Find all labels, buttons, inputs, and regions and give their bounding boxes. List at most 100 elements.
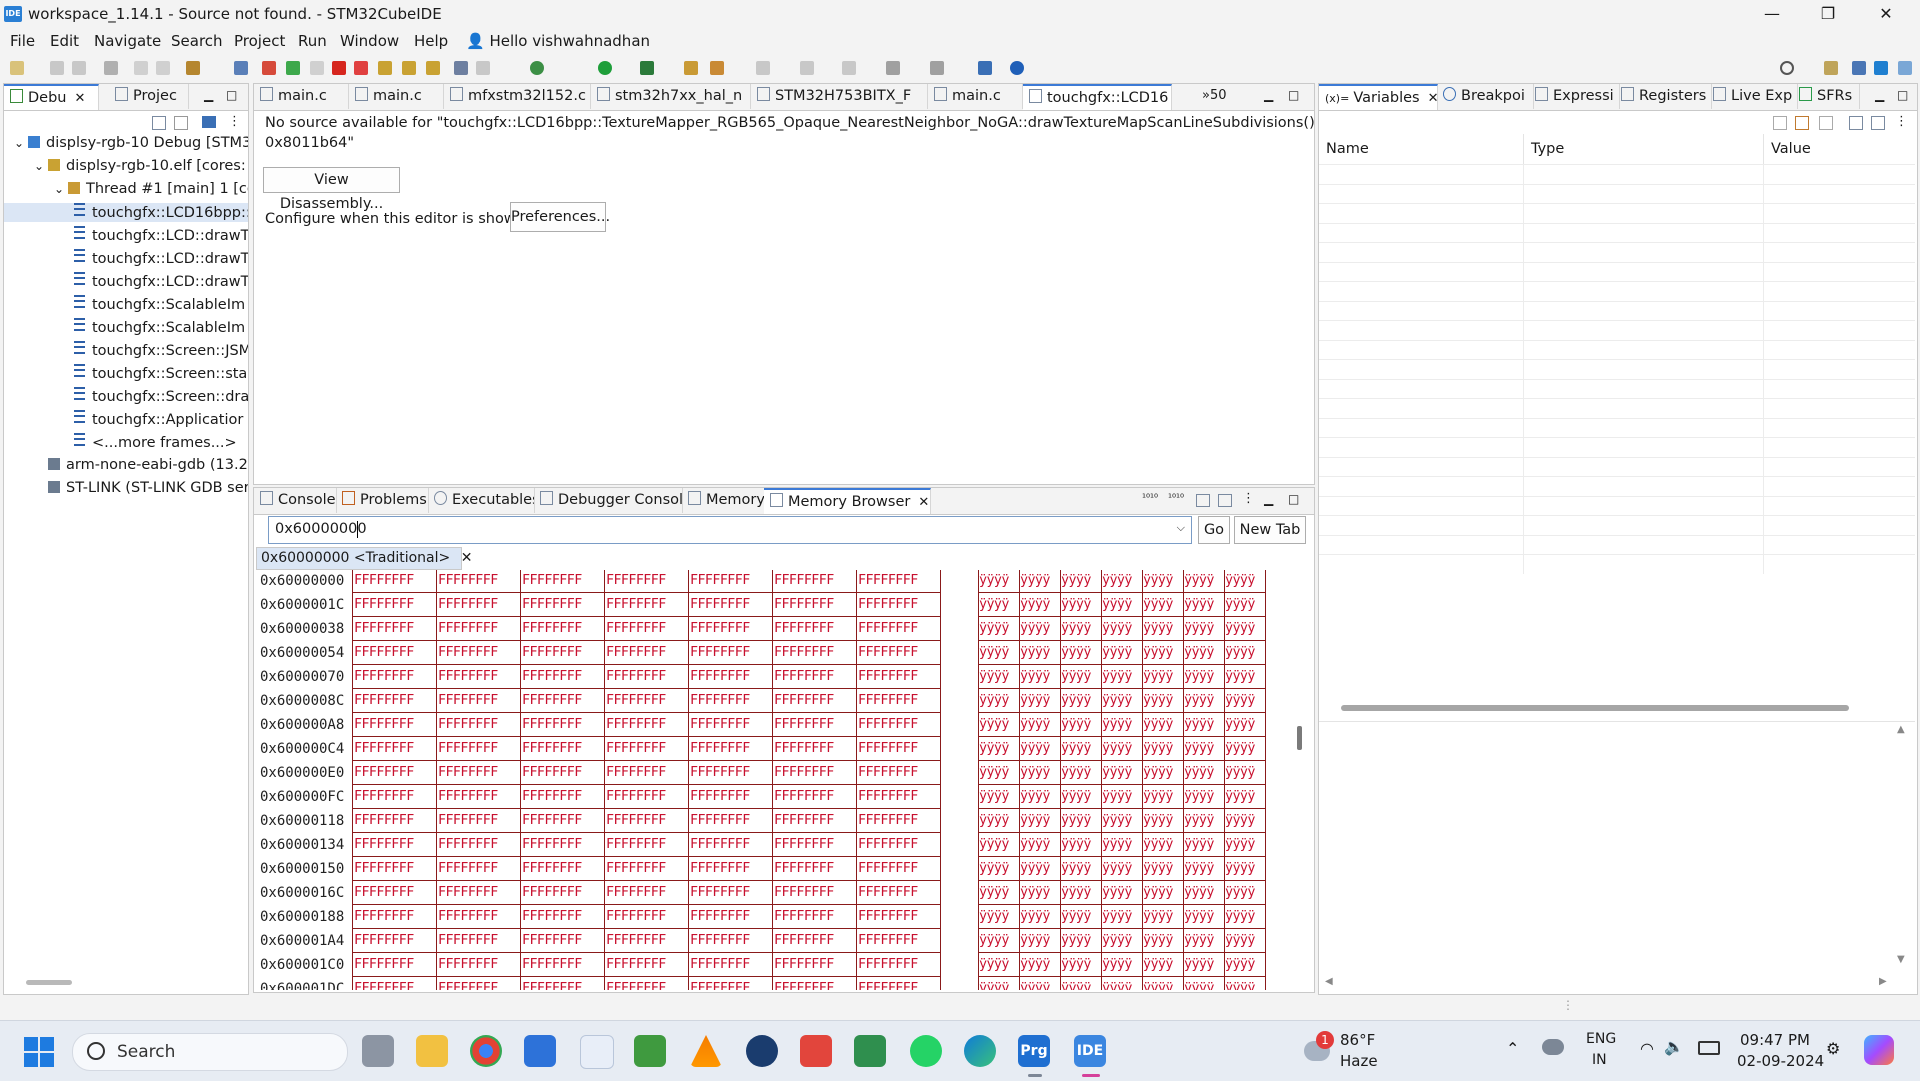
refresh-icon[interactable]	[186, 61, 200, 75]
memory-hex-cell[interactable]: FFFFFFFF	[774, 597, 834, 612]
memory-ascii-cell[interactable]: ÿÿÿÿ	[979, 717, 1009, 732]
memory-hex-cell[interactable]: FFFFFFFF	[774, 789, 834, 804]
memory-ascii-cell[interactable]: ÿÿÿÿ	[1020, 621, 1050, 636]
memory-hex-cell[interactable]: FFFFFFFF	[438, 573, 498, 588]
memory-ascii-cell[interactable]: ÿÿÿÿ	[1225, 597, 1255, 612]
disconnect-icon[interactable]	[354, 61, 368, 75]
language-line1[interactable]: ENG	[1586, 1031, 1616, 1047]
memory-ascii-cell[interactable]: ÿÿÿÿ	[1061, 909, 1091, 924]
memory-ascii-cell[interactable]: ÿÿÿÿ	[1184, 885, 1214, 900]
menu-project[interactable]: Project	[234, 32, 285, 50]
close-icon[interactable]: ✕	[74, 91, 85, 106]
next-annotation-icon[interactable]	[756, 61, 770, 75]
debug-perspective-icon[interactable]	[1898, 61, 1912, 75]
rendering-tab[interactable]: 0x60000000 <Traditional> ✕	[256, 547, 472, 570]
memory-row[interactable]: 0x60000150 FFFFFFFF FFFFFFFF FFFFFFFF FFFFFF…	[254, 858, 1304, 882]
radix-toggle-icon[interactable]: ¹⁰¹⁰	[1142, 493, 1158, 504]
tree-item[interactable]: arm-none-eabi-gdb (13.2.9	[4, 456, 248, 475]
memory-ascii-cell[interactable]: ÿÿÿÿ	[979, 981, 1009, 990]
memory-hex-cell[interactable]: FFFFFFFF	[690, 765, 750, 780]
memory-ascii-cell[interactable]: ÿÿÿÿ	[1225, 933, 1255, 948]
memory-ascii-cell[interactable]: ÿÿÿÿ	[1184, 813, 1214, 828]
memory-ascii-cell[interactable]: ÿÿÿÿ	[1061, 765, 1091, 780]
memory-ascii-cell[interactable]: ÿÿÿÿ	[1143, 813, 1173, 828]
memory-hex-cell[interactable]: FFFFFFFF	[690, 933, 750, 948]
drop-frame-icon[interactable]	[476, 61, 490, 75]
new-icon[interactable]	[10, 61, 24, 75]
memory-ascii-cell[interactable]: ÿÿÿÿ	[1143, 885, 1173, 900]
memory-ascii-cell[interactable]: ÿÿÿÿ	[1061, 741, 1091, 756]
memory-hex-cell[interactable]: FFFFFFFF	[354, 693, 414, 708]
memory-row[interactable]: 0x600000A8 FFFFFFFF FFFFFFFF FFFFFFFF FFFFFF…	[254, 714, 1304, 738]
weather-desc[interactable]: Haze	[1340, 1052, 1378, 1070]
tab-console[interactable]: Console	[254, 488, 337, 513]
memory-row[interactable]: 0x6000008C FFFFFFFF FFFFFFFF FFFFFFFF FFFFFF…	[254, 690, 1304, 714]
tab-registers[interactable]: Registers	[1615, 84, 1712, 109]
memory-row[interactable]: 0x600000E0 FFFFFFFF FFFFFFFF FFFFFFFF FFFFFF…	[254, 762, 1304, 786]
memory-hex-cell[interactable]: FFFFFFFF	[438, 789, 498, 804]
memory-hex-cell[interactable]: FFFFFFFF	[858, 645, 918, 660]
memory-ascii-cell[interactable]: ÿÿÿÿ	[979, 813, 1009, 828]
memory-hex-cell[interactable]: FFFFFFFF	[438, 669, 498, 684]
tab-memory-browser[interactable]: Memory Browser ✕	[764, 488, 931, 514]
memory-hex-cell[interactable]: FFFFFFFF	[438, 717, 498, 732]
tab-problems[interactable]: Problems	[336, 488, 429, 513]
step-over-icon[interactable]	[402, 61, 416, 75]
memory-hex-cell[interactable]: FFFFFFFF	[690, 621, 750, 636]
memory-hex-cell[interactable]: FFFFFFFF	[354, 789, 414, 804]
memory-ascii-cell[interactable]: ÿÿÿÿ	[979, 669, 1009, 684]
memory-hex-cell[interactable]: FFFFFFFF	[606, 837, 666, 852]
memory-table[interactable]: 0x60000000 FFFFFFFF FFFFFFFF FFFFFFFF FFFFFF…	[254, 570, 1304, 990]
language-line2[interactable]: IN	[1592, 1052, 1607, 1068]
memory-hex-cell[interactable]: FFFFFFFF	[774, 741, 834, 756]
chrome-icon[interactable]	[470, 1035, 502, 1067]
memory-ascii-cell[interactable]: ÿÿÿÿ	[1061, 621, 1091, 636]
column-type[interactable]: Type	[1531, 141, 1564, 157]
show-type-names-icon[interactable]	[1773, 116, 1787, 130]
chevron-down-icon[interactable]: ⌄	[34, 157, 48, 176]
memory-hex-cell[interactable]: FFFFFFFF	[774, 765, 834, 780]
memory-ascii-cell[interactable]: ÿÿÿÿ	[1225, 573, 1255, 588]
memory-hex-cell[interactable]: FFFFFFFF	[438, 741, 498, 756]
redo-icon[interactable]	[156, 61, 170, 75]
memory-ascii-cell[interactable]: ÿÿÿÿ	[1102, 909, 1132, 924]
column-value[interactable]: Value	[1771, 141, 1811, 157]
memory-hex-cell[interactable]: FFFFFFFF	[690, 837, 750, 852]
prg-app-icon[interactable]: Prg	[1018, 1035, 1050, 1067]
build-icon[interactable]	[104, 61, 118, 75]
memory-row[interactable]: 0x60000134 FFFFFFFF FFFFFFFF FFFFFFFF FFFFFF…	[254, 834, 1304, 858]
memory-ascii-cell[interactable]: ÿÿÿÿ	[1102, 669, 1132, 684]
memory-row[interactable]: 0x60000188 FFFFFFFF FFFFFFFF FFFFFFFF FFFFFF…	[254, 906, 1304, 930]
tree-item[interactable]: touchgfx::LCD::drawT	[4, 226, 248, 245]
memory-hex-cell[interactable]: FFFFFFFF	[858, 717, 918, 732]
memory-hex-cell[interactable]: FFFFFFFF	[354, 837, 414, 852]
document-app-icon[interactable]	[580, 1035, 614, 1069]
memory-hex-cell[interactable]: FFFFFFFF	[354, 933, 414, 948]
memory-hex-cell[interactable]: FFFFFFFF	[858, 765, 918, 780]
tab-editor-stm32h7xx-hal[interactable]: stm32h7xx_hal_n	[591, 84, 751, 109]
memory-ascii-cell[interactable]: ÿÿÿÿ	[1020, 909, 1050, 924]
memory-ascii-cell[interactable]: ÿÿÿÿ	[1020, 765, 1050, 780]
memory-ascii-cell[interactable]: ÿÿÿÿ	[1225, 621, 1255, 636]
collapse-all-icon[interactable]	[1819, 116, 1833, 130]
maximize-icon[interactable]: □	[1897, 88, 1908, 102]
memory-hex-cell[interactable]: FFFFFFFF	[690, 669, 750, 684]
suspend-icon[interactable]	[310, 61, 324, 75]
menu-edit[interactable]: Edit	[50, 32, 79, 50]
memory-hex-cell[interactable]: FFFFFFFF	[690, 861, 750, 876]
memory-hex-cell[interactable]: FFFFFFFF	[354, 813, 414, 828]
sheet-app-icon[interactable]	[854, 1035, 886, 1067]
remove-terminated-icon[interactable]	[174, 116, 188, 130]
skip-breakpoints-icon[interactable]	[234, 61, 248, 75]
memory-hex-cell[interactable]: FFFFFFFF	[858, 573, 918, 588]
wifi-icon[interactable]: ◠	[1640, 1039, 1654, 1058]
memory-ascii-cell[interactable]: ÿÿÿÿ	[1102, 933, 1132, 948]
memory-hex-cell[interactable]: FFFFFFFF	[606, 765, 666, 780]
memory-ascii-cell[interactable]: ÿÿÿÿ	[1184, 861, 1214, 876]
memory-ascii-cell[interactable]: ÿÿÿÿ	[979, 957, 1009, 972]
memory-ascii-cell[interactable]: ÿÿÿÿ	[979, 765, 1009, 780]
tree-item[interactable]: <...more frames...>	[4, 433, 248, 452]
volume-icon[interactable]: 🔈	[1664, 1037, 1684, 1056]
memory-ascii-cell[interactable]: ÿÿÿÿ	[1184, 621, 1214, 636]
memory-ascii-cell[interactable]: ÿÿÿÿ	[1020, 717, 1050, 732]
